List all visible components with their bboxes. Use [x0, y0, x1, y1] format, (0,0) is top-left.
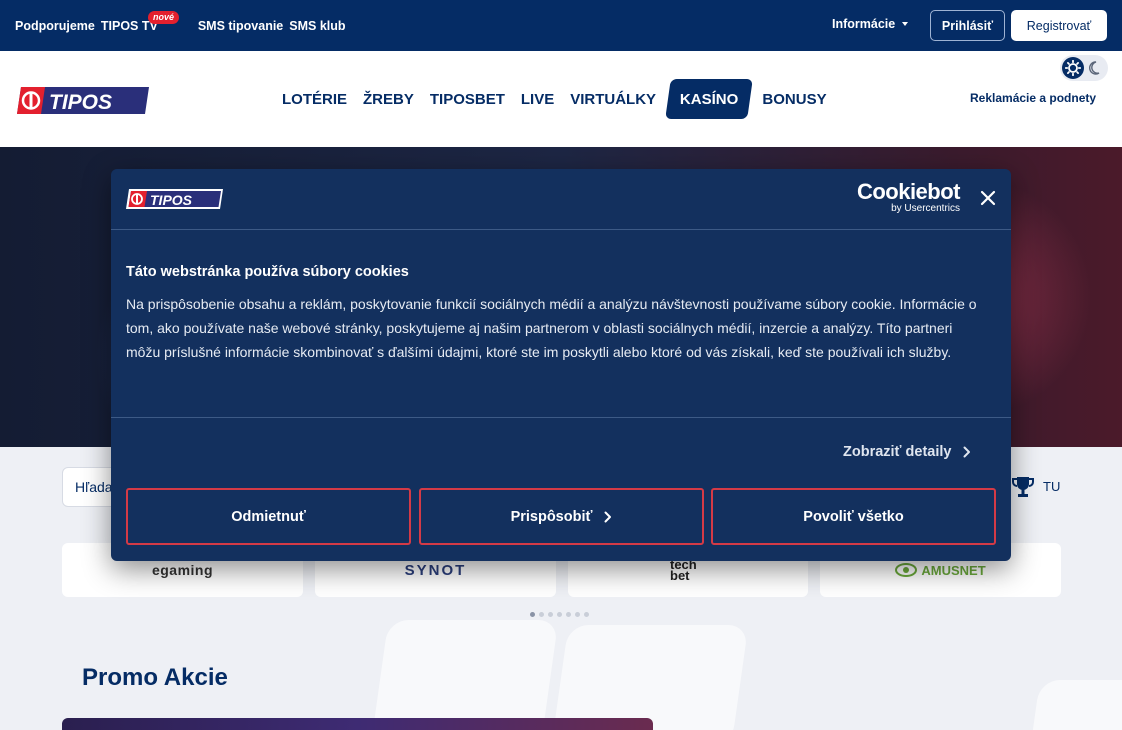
nav-bonusy[interactable]: BONUSY [754, 79, 834, 119]
carousel-dot[interactable] [566, 612, 571, 617]
top-bar: Podporujeme TIPOS TV SMS tipovanie SMS k… [0, 0, 1122, 51]
complaints-link[interactable]: Reklamácie a podnety [970, 91, 1096, 105]
customize-cookies-button[interactable]: Prispôsobiť [419, 488, 704, 545]
nav-zreby[interactable]: ŽREBY [355, 79, 422, 119]
cookie-dialog-title: Táto webstránka používa súbory cookies [126, 264, 409, 280]
new-badge: nové [148, 11, 180, 24]
nav-kasino-label: KASÍNO [680, 90, 739, 108]
main-nav: LOTÉRIE ŽREBY TIPOSBET LIVE VIRTUÁLKY KA… [274, 79, 835, 119]
provider-label: tech bet [670, 557, 697, 583]
chevron-right-icon [604, 511, 612, 522]
deny-label: Odmietnuť [231, 508, 306, 525]
deny-cookies-button[interactable]: Odmietnuť [126, 488, 411, 545]
carousel-dot[interactable] [557, 612, 562, 617]
top-link-sms-klub[interactable]: SMS klub [289, 19, 345, 33]
provider-label: SYNOT [404, 561, 467, 579]
background-shape [551, 625, 749, 730]
chevron-down-icon [902, 22, 909, 26]
show-details-link[interactable]: Zobraziť detaily [843, 444, 971, 460]
nav-virtualky[interactable]: VIRTUÁLKY [562, 79, 664, 119]
chevron-right-icon [963, 446, 971, 458]
nav-kasino[interactable]: KASÍNO [665, 79, 754, 119]
customize-label: Prispôsobiť [510, 508, 593, 525]
dialog-tipos-logo: TIPOS [126, 189, 223, 209]
theme-toggle[interactable] [1060, 55, 1108, 81]
allow-all-cookies-button[interactable]: Povoliť všetko [711, 488, 996, 545]
carousel-dots [530, 612, 593, 617]
cookie-consent-dialog: TIPOS Cookiebot by Usercentrics Táto web… [111, 169, 1011, 561]
show-details-label: Zobraziť detaily [843, 444, 952, 460]
top-link-podporujeme[interactable]: Podporujeme [15, 19, 95, 33]
trophy-icon[interactable] [1010, 475, 1036, 499]
provider-label: AMUSNET [921, 562, 986, 578]
info-dropdown-label: Informácie [832, 17, 896, 31]
close-icon[interactable] [980, 190, 996, 206]
dialog-divider [111, 229, 1011, 230]
carousel-dot[interactable] [548, 612, 553, 617]
cookiebot-logo[interactable]: Cookiebot by Usercentrics [856, 179, 961, 214]
carousel-dot[interactable] [539, 612, 544, 617]
amusnet-logo-icon [895, 563, 918, 577]
main-header: TIPOS LOTÉRIE ŽREBY TIPOSBET LIVE VIRTUÁ… [0, 51, 1122, 147]
nav-live[interactable]: LIVE [513, 79, 562, 119]
background-shape [371, 620, 559, 730]
top-links: Podporujeme TIPOS TV SMS tipovanie SMS k… [15, 0, 352, 51]
carousel-dot[interactable] [575, 612, 580, 617]
nav-loterie[interactable]: LOTÉRIE [274, 79, 355, 119]
provider-label: egaming [151, 562, 214, 578]
cookiebot-brand: Cookiebot [856, 179, 961, 204]
moon-icon [1089, 61, 1100, 75]
carousel-dot[interactable] [530, 612, 535, 617]
login-button[interactable]: Prihlásiť [930, 10, 1005, 41]
cookie-dialog-body: Na prispôsobenie obsahu a reklám, poskyt… [126, 296, 977, 360]
info-dropdown[interactable]: Informácie [832, 17, 909, 31]
register-button[interactable]: Registrovať [1011, 10, 1107, 41]
dialog-logo-text: TIPOS [150, 192, 193, 208]
tournament-label[interactable]: TU [1043, 479, 1060, 494]
dialog-divider [111, 417, 1011, 418]
logo-text: TIPOS [49, 91, 112, 114]
cookiebot-sub: by Usercentrics [891, 203, 960, 214]
promo-section-title: Promo Akcie [82, 664, 228, 691]
tipos-logo[interactable]: TIPOS [17, 87, 149, 114]
carousel-dot[interactable] [584, 612, 589, 617]
promo-card[interactable] [62, 718, 653, 730]
nav-tiposbet[interactable]: TIPOSBET [422, 79, 513, 119]
allow-label: Povoliť všetko [803, 508, 904, 525]
top-link-sms-tipovanie[interactable]: SMS tipovanie [198, 19, 283, 33]
sun-icon [1062, 57, 1084, 79]
background-shape [1030, 680, 1122, 730]
